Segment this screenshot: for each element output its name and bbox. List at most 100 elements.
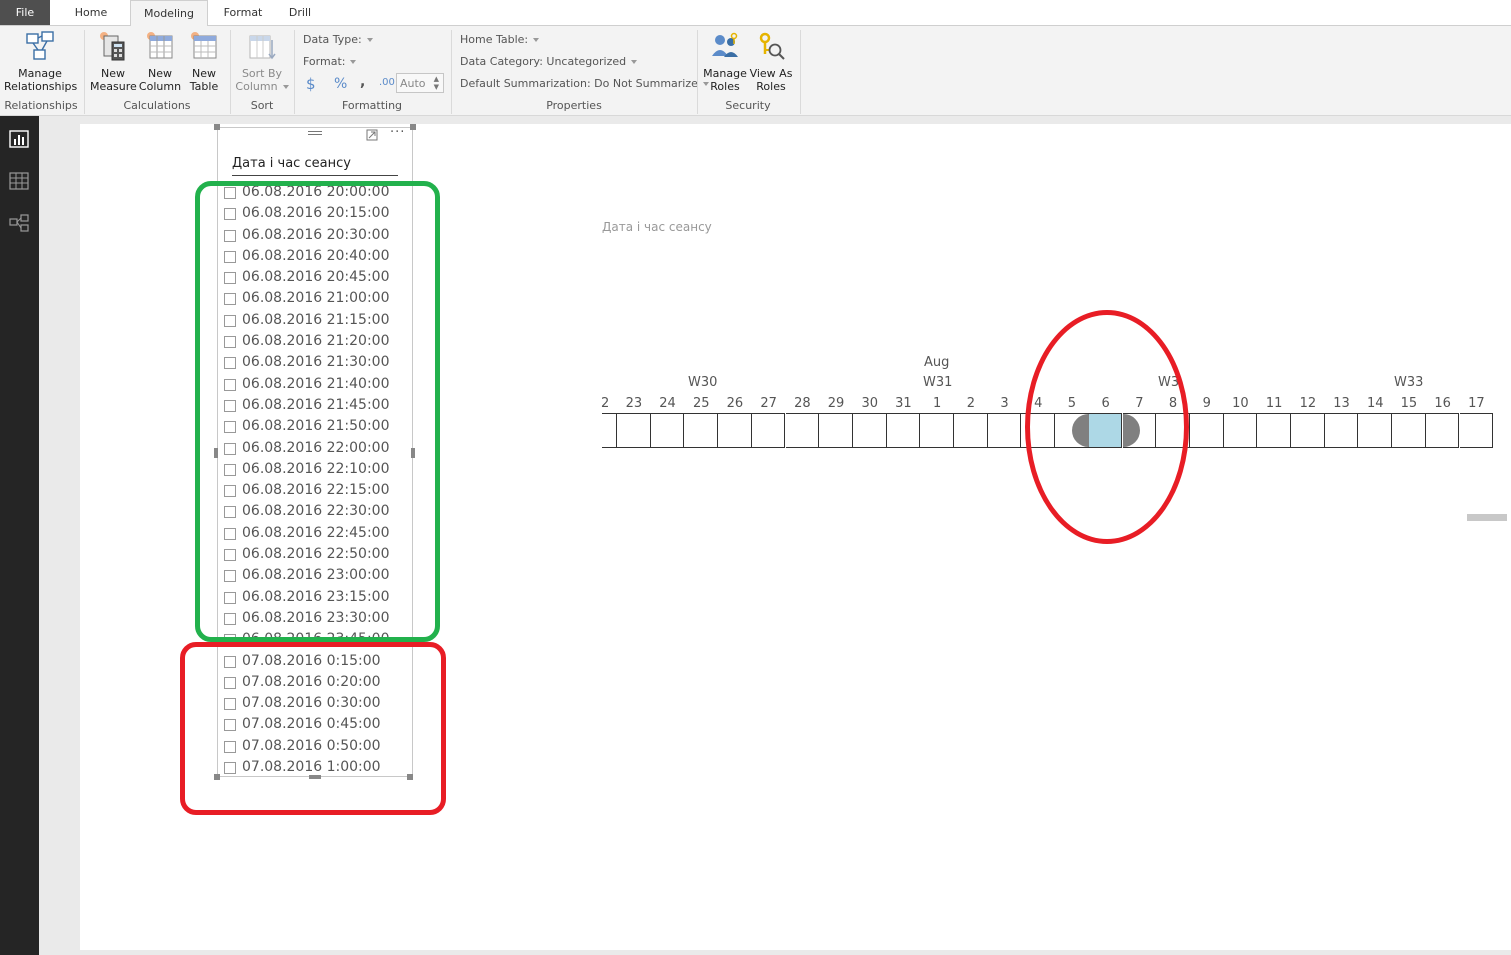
new-table-button[interactable]: New Table bbox=[184, 30, 224, 93]
timeline-day-label: 30 bbox=[861, 396, 879, 411]
stepper-up-icon[interactable]: ▲ bbox=[434, 76, 439, 83]
view-switcher-sidebar bbox=[0, 116, 39, 955]
group-label-properties: Properties bbox=[546, 99, 602, 112]
tab-format[interactable]: Format bbox=[214, 0, 272, 25]
chevron-down-icon bbox=[533, 38, 540, 42]
relationships-view-icon[interactable] bbox=[9, 214, 29, 232]
comma-format-button[interactable]: , bbox=[360, 74, 365, 90]
sort-by-column-label-2: Column bbox=[234, 80, 290, 93]
timeline-day-cell[interactable] bbox=[718, 413, 752, 448]
timeline-day-cell[interactable] bbox=[987, 413, 1022, 448]
data-category-dropdown[interactable]: Data Category: Uncategorized bbox=[460, 55, 638, 68]
tab-drill[interactable]: Drill bbox=[278, 0, 322, 25]
more-options-icon[interactable]: ··· bbox=[390, 128, 405, 140]
data-type-dropdown[interactable]: Data Type: bbox=[303, 33, 373, 46]
view-as-roles-button[interactable]: View As Roles bbox=[748, 30, 794, 93]
timeline-week-label: W33 bbox=[1394, 375, 1424, 390]
timeline-day-label: 26 bbox=[726, 396, 744, 411]
new-column-label-1: New bbox=[148, 67, 172, 80]
report-view-icon[interactable] bbox=[9, 130, 29, 148]
new-table-label-2: Table bbox=[189, 80, 219, 93]
annotation-green-rectangle bbox=[195, 181, 440, 642]
resize-handle[interactable] bbox=[410, 124, 416, 130]
timeline-week-label: W31 bbox=[923, 375, 953, 390]
timeline-day-label: 28 bbox=[794, 396, 811, 411]
timeline-day-label: 2 bbox=[966, 396, 975, 411]
timeline-day-cell[interactable] bbox=[1459, 413, 1494, 448]
manage-relationships-label-1: Manage bbox=[18, 67, 62, 80]
timeline-day-cell[interactable] bbox=[751, 413, 786, 448]
timeline-day-label: 13 bbox=[1333, 396, 1350, 411]
new-table-icon bbox=[191, 32, 217, 59]
sort-by-column-button[interactable]: Sort By Column bbox=[234, 30, 290, 93]
group-separator bbox=[451, 30, 452, 114]
focus-mode-icon[interactable] bbox=[366, 129, 378, 141]
timeline-day-cell[interactable] bbox=[819, 413, 853, 448]
drag-handle-icon[interactable] bbox=[308, 130, 322, 138]
percent-format-button[interactable]: % bbox=[334, 76, 347, 92]
resize-handle[interactable] bbox=[214, 124, 220, 130]
manage-relationships-label-2: Relationships bbox=[4, 80, 78, 93]
decimal-places-value: Auto bbox=[400, 77, 426, 90]
new-measure-label-2: Measure bbox=[90, 80, 137, 93]
timeline-day-cell[interactable] bbox=[1425, 413, 1460, 448]
group-label-security: Security bbox=[725, 99, 771, 112]
power-bi-window: File Home Modeling Format Drill Manage R… bbox=[0, 0, 1511, 955]
chevron-down-icon bbox=[282, 85, 289, 89]
timeline-day-cell[interactable] bbox=[886, 413, 921, 448]
timeline-day-cell[interactable] bbox=[1392, 413, 1426, 448]
timeline-day-label: 2 bbox=[601, 396, 610, 411]
timeline-day-cell[interactable] bbox=[1358, 413, 1393, 448]
view-as-roles-label-2: Roles bbox=[756, 80, 786, 93]
timeline-day-label: 11 bbox=[1265, 396, 1283, 411]
decimal-places-button[interactable]: .00 bbox=[379, 77, 395, 88]
new-measure-button[interactable]: New Measure bbox=[90, 30, 137, 93]
manage-relationships-button[interactable]: Manage Relationships bbox=[4, 30, 78, 93]
home-table-dropdown[interactable]: Home Table: bbox=[460, 33, 540, 46]
format-dropdown[interactable]: Format: bbox=[303, 55, 357, 68]
view-as-roles-label-1: View As bbox=[749, 67, 793, 80]
timeline-day-cell[interactable] bbox=[650, 413, 685, 448]
timeline-day-cell[interactable] bbox=[1223, 413, 1258, 448]
timeline-month-label: Aug bbox=[924, 355, 950, 370]
manage-roles-label-1: Manage bbox=[703, 67, 747, 80]
slicer-header-underline bbox=[232, 175, 398, 176]
new-column-button[interactable]: New Column bbox=[138, 30, 182, 93]
timeline-day-cell[interactable] bbox=[852, 413, 887, 448]
timeline-title: Дата і час сеансу bbox=[602, 220, 712, 234]
view-as-roles-icon bbox=[759, 32, 785, 60]
timeline-day-cell[interactable] bbox=[684, 413, 719, 448]
group-label-formatting: Formatting bbox=[341, 99, 403, 112]
manage-roles-button[interactable]: Manage Roles bbox=[702, 30, 748, 93]
timeline-day-cell[interactable] bbox=[602, 413, 617, 448]
ribbon: Manage Relationships Relationships New M… bbox=[0, 25, 1511, 116]
timeline-day-label: 27 bbox=[760, 396, 777, 411]
timeline-day-cell[interactable] bbox=[920, 413, 954, 448]
timeline-day-cell[interactable] bbox=[617, 413, 651, 448]
decimal-places-stepper[interactable]: Auto ▲ ▼ bbox=[396, 73, 444, 93]
new-column-label-2: Column bbox=[138, 80, 182, 93]
new-column-icon bbox=[147, 32, 173, 59]
timeline-day-cell[interactable] bbox=[954, 413, 988, 448]
tab-modeling[interactable]: Modeling bbox=[130, 0, 208, 26]
stepper-down-icon[interactable]: ▼ bbox=[434, 84, 439, 91]
timeline-day-cell[interactable] bbox=[1291, 413, 1325, 448]
calculator-icon bbox=[100, 32, 125, 61]
data-view-icon[interactable] bbox=[9, 172, 29, 190]
timeline-day-cell[interactable] bbox=[785, 413, 820, 448]
group-label-calculations: Calculations bbox=[123, 99, 191, 112]
timeline-scrollbar[interactable] bbox=[1467, 514, 1507, 521]
default-summarization-dropdown[interactable]: Default Summarization: Do Not Summarize bbox=[460, 77, 709, 90]
timeline-day-label: 10 bbox=[1232, 396, 1249, 411]
tab-home[interactable]: Home bbox=[60, 0, 122, 25]
ribbon-tab-bar: File Home Modeling Format Drill bbox=[0, 0, 1511, 26]
timeline-day-cell[interactable] bbox=[1189, 413, 1224, 448]
timeline-day-label: 12 bbox=[1299, 396, 1317, 411]
new-measure-label-1: New bbox=[101, 67, 125, 80]
timeline-day-cell[interactable] bbox=[1257, 413, 1291, 448]
sort-by-column-label-1: Sort By bbox=[241, 67, 283, 80]
chevron-down-icon bbox=[631, 60, 638, 64]
tab-file[interactable]: File bbox=[0, 0, 50, 25]
timeline-day-cell[interactable] bbox=[1324, 413, 1359, 448]
currency-format-button[interactable]: $ bbox=[306, 75, 316, 93]
